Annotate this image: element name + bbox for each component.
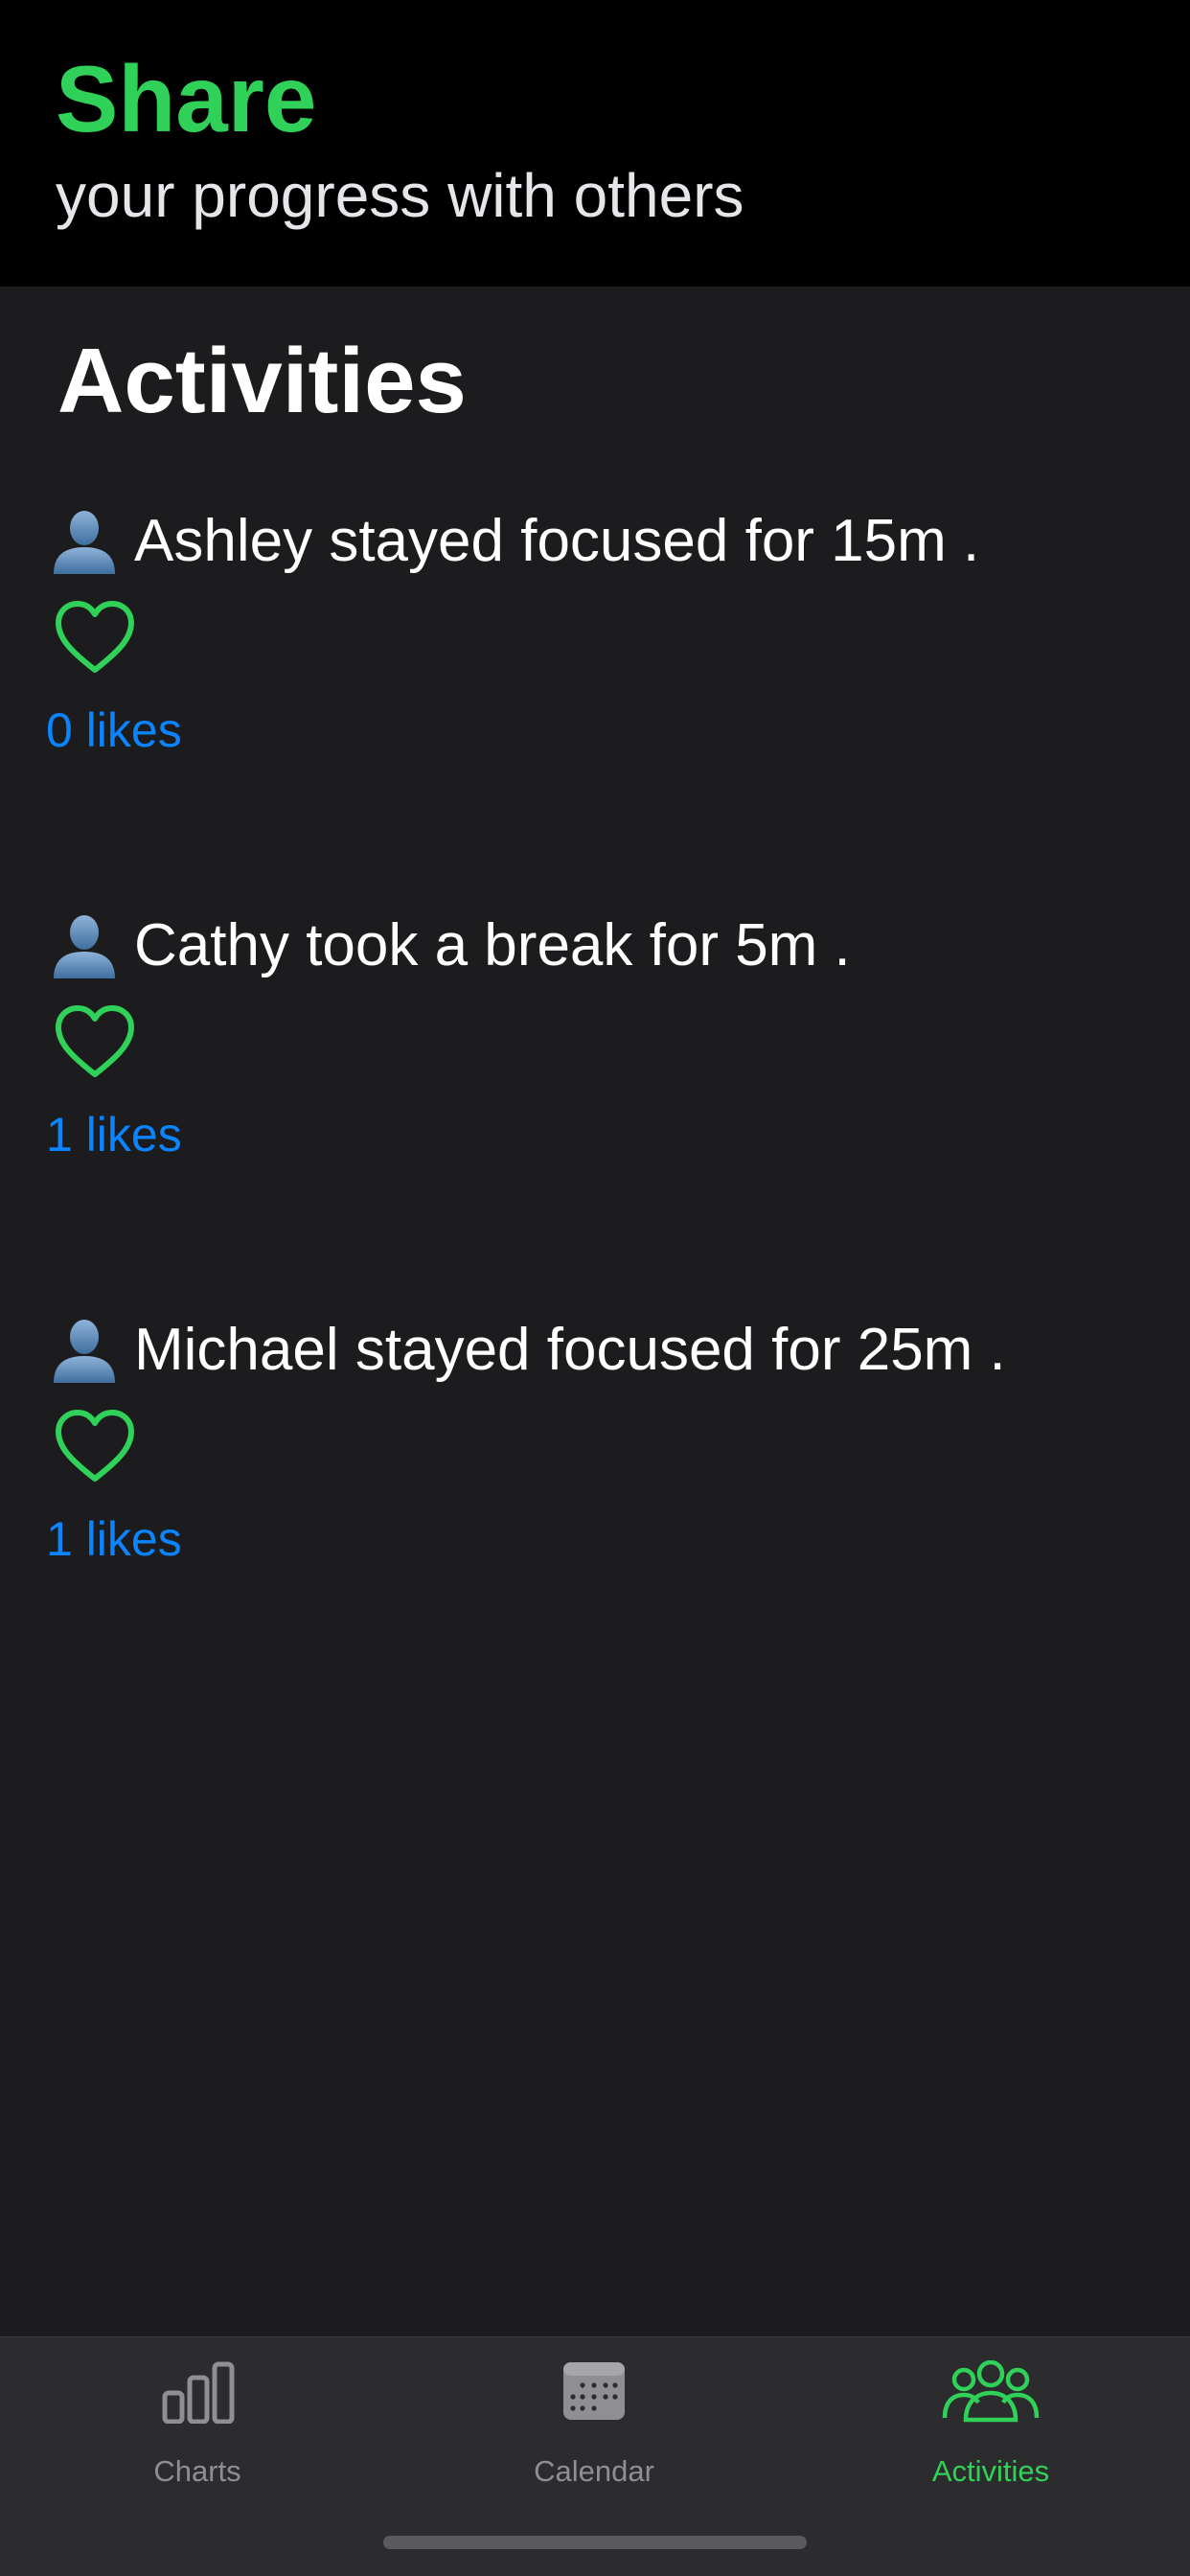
home-indicator[interactable] [383, 2536, 807, 2549]
activity-line: Ashley stayed focused for 15m . [48, 503, 979, 580]
like-heart-button[interactable] [54, 1408, 136, 1484]
page-title: Activities [57, 330, 467, 432]
likes-count-link[interactable]: 0 likes [46, 706, 182, 754]
tab-label: Charts [153, 2454, 241, 2488]
person-silhouette-icon [54, 915, 115, 978]
bar-chart-icon [162, 2361, 235, 2424]
person-silhouette-icon [54, 511, 115, 574]
calendar-icon [563, 2362, 625, 2420]
activity-item: Michael stayed focused for 25m . 1 likes [0, 1312, 1190, 1657]
person-silhouette-icon [54, 1320, 115, 1383]
tab-calendar[interactable]: Calendar [450, 2337, 738, 2486]
activity-text: Ashley stayed focused for 15m . [134, 508, 980, 574]
app-screen: Share your progress with others Activiti… [0, 0, 1190, 2576]
likes-count-link[interactable]: 1 likes [46, 1111, 182, 1159]
tab-activities[interactable]: Activities [847, 2337, 1134, 2486]
likes-count-link[interactable]: 1 likes [46, 1515, 182, 1563]
header-subtitle: your progress with others [56, 161, 744, 230]
like-heart-button[interactable] [54, 1003, 136, 1080]
activity-line: Cathy took a break for 5m . [48, 908, 851, 984]
activity-line: Michael stayed focused for 25m . [48, 1312, 1006, 1389]
header-title: Share [56, 46, 317, 151]
activity-text: Michael stayed focused for 25m . [134, 1317, 1006, 1383]
header: Share your progress with others [0, 0, 1190, 287]
tab-charts[interactable]: Charts [54, 2337, 341, 2486]
activity-item: Cathy took a break for 5m . 1 likes [0, 908, 1190, 1253]
activity-text: Cathy took a break for 5m . [134, 912, 851, 978]
tab-label: Activities [931, 2454, 1050, 2488]
people-group-icon [942, 2360, 1040, 2423]
tab-label: Calendar [534, 2454, 654, 2488]
like-heart-button[interactable] [54, 599, 136, 676]
activity-item: Ashley stayed focused for 15m . 0 likes [0, 503, 1190, 848]
